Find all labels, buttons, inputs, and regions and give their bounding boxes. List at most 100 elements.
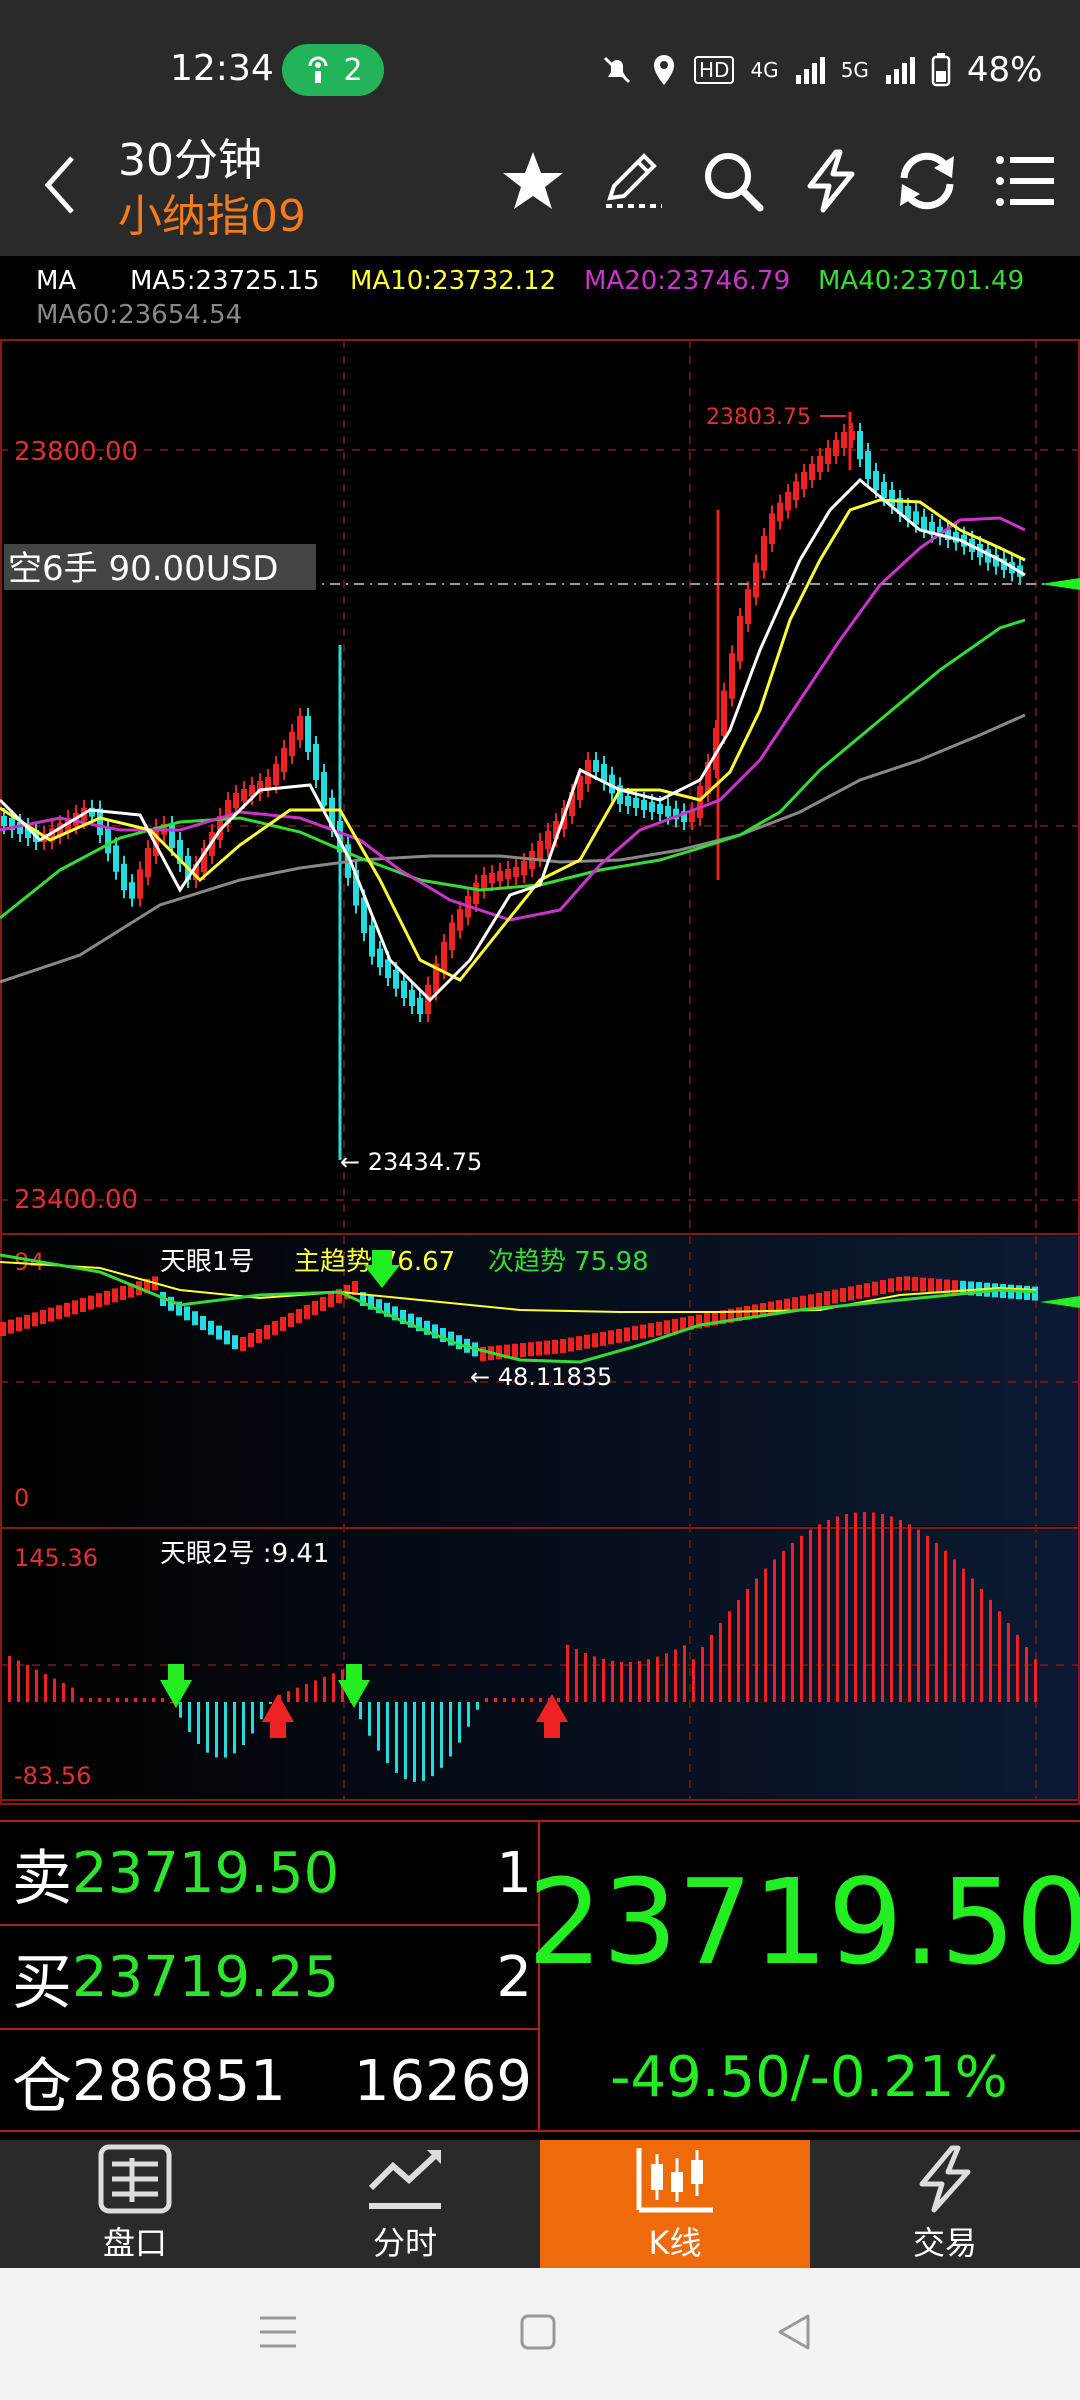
battery-icon <box>931 53 951 87</box>
home-icon[interactable] <box>518 2312 558 2352</box>
candle-body <box>377 948 383 968</box>
signal-icon <box>795 57 825 84</box>
histogram-bar <box>98 1698 101 1702</box>
candle-body <box>513 867 519 877</box>
histogram-bar <box>386 1702 389 1764</box>
candle-body <box>313 744 319 780</box>
candle-body <box>233 793 239 808</box>
histogram-bar <box>368 1702 371 1736</box>
indicator1-bar <box>288 1313 294 1327</box>
indicator1-bar <box>616 1328 622 1343</box>
histogram-bar <box>881 1513 884 1702</box>
refresh-icon[interactable] <box>892 146 962 216</box>
histogram-bar <box>980 1588 983 1702</box>
draw-icon[interactable] <box>598 146 668 216</box>
indicator1-bar <box>608 1330 614 1345</box>
last-price: 23719.50 <box>527 1853 1080 1991</box>
indicator1-bar <box>16 1317 22 1332</box>
indicator1-bar <box>232 1335 238 1350</box>
nav-back-icon[interactable] <box>774 2312 814 2352</box>
candle-body <box>169 824 175 848</box>
ma10-value: MA10:23732.12 <box>350 266 557 296</box>
star-icon[interactable] <box>498 146 568 216</box>
kline-chart-area[interactable]: 23800.00 23400.00 空6手 90.00USD 23803.75 … <box>0 336 1080 1806</box>
histogram-bar <box>809 1529 812 1702</box>
histogram-bar <box>143 1698 146 1702</box>
histogram-bar <box>935 1542 938 1702</box>
indicator1-bar <box>216 1325 222 1340</box>
histogram-bar <box>422 1702 425 1781</box>
back-icon[interactable] <box>40 150 80 220</box>
indicator1-bar <box>8 1319 14 1334</box>
search-icon[interactable] <box>698 146 768 216</box>
indicator1-bar <box>920 1277 926 1292</box>
indicator1-bar <box>256 1329 262 1343</box>
histogram-bar <box>188 1702 191 1733</box>
histogram-bar <box>692 1659 695 1702</box>
histogram-bar <box>899 1519 902 1702</box>
histogram-bar <box>431 1702 434 1777</box>
candle-body <box>417 998 423 1014</box>
histogram-bar <box>953 1559 956 1702</box>
histogram-bar <box>791 1542 794 1702</box>
bid-label: 买 <box>12 1947 72 2018</box>
indicator1-bar <box>640 1324 646 1339</box>
tab-timeshare[interactable]: 分时 <box>270 2140 540 2268</box>
indicator1-bar <box>584 1334 590 1349</box>
candle-body <box>121 863 127 891</box>
bid-price: 23719.25 <box>72 1944 340 2010</box>
tab-kline[interactable]: K线 <box>540 2140 810 2268</box>
tab-orderbook[interactable]: 盘口 <box>0 2140 270 2268</box>
histogram-bar <box>206 1702 209 1753</box>
flash-icon[interactable] <box>796 146 866 216</box>
histogram-bar <box>1025 1647 1028 1702</box>
histogram-bar <box>908 1524 911 1702</box>
histogram-bar <box>575 1649 578 1702</box>
histogram-bar <box>665 1653 668 1702</box>
indicator1-bar <box>912 1276 918 1291</box>
open-interest: 286851 <box>72 2048 286 2114</box>
indicator1-bar <box>248 1333 254 1347</box>
histogram-bar <box>314 1680 317 1702</box>
timeshare-icon <box>368 2150 441 2209</box>
histogram-bar <box>134 1698 137 1702</box>
indicator1-bar <box>80 1298 86 1312</box>
histogram-bar <box>719 1622 722 1702</box>
histogram-bar <box>746 1588 749 1702</box>
candle-body <box>641 800 647 810</box>
candle-body <box>593 760 599 772</box>
candle-body <box>753 562 759 598</box>
histogram-bar <box>557 1698 560 1702</box>
histogram-bar <box>971 1578 974 1702</box>
hotspot-badge: 2 <box>282 44 384 96</box>
histogram-bar <box>827 1519 830 1702</box>
tab-label: 分时 <box>372 2224 437 2262</box>
histogram-bar <box>917 1529 920 1702</box>
candle-body <box>841 432 847 448</box>
tab-trade[interactable]: 交易 <box>810 2140 1080 2268</box>
indicator1-bar <box>528 1342 534 1357</box>
bid-row[interactable]: 买 23719.25 2 <box>0 1926 538 2030</box>
candle-body <box>489 873 495 883</box>
histogram-bar <box>737 1599 740 1702</box>
histogram-bar <box>800 1535 803 1702</box>
indicator1-bar <box>312 1301 318 1315</box>
max-price-marker: 23803.75 <box>706 405 811 430</box>
candle-body <box>921 516 927 530</box>
ask-row[interactable]: 卖 23719.50 1 <box>0 1822 538 1926</box>
candle-body <box>833 440 839 456</box>
candle-body <box>289 732 295 756</box>
histogram-bar <box>512 1698 515 1702</box>
indicator1-bar <box>656 1321 662 1336</box>
indicator1-bar <box>832 1289 838 1304</box>
histogram-bar <box>503 1698 506 1702</box>
indicator1-bar <box>816 1292 822 1307</box>
histogram-bar <box>566 1644 569 1702</box>
candle-body <box>657 804 663 814</box>
histogram-bar <box>62 1683 65 1702</box>
histogram-bar <box>701 1647 704 1702</box>
price-axis-high: 23800.00 <box>14 437 138 467</box>
indicator1-bar <box>536 1341 542 1356</box>
menu-icon[interactable] <box>990 146 1060 216</box>
recent-apps-icon[interactable] <box>258 2312 298 2352</box>
